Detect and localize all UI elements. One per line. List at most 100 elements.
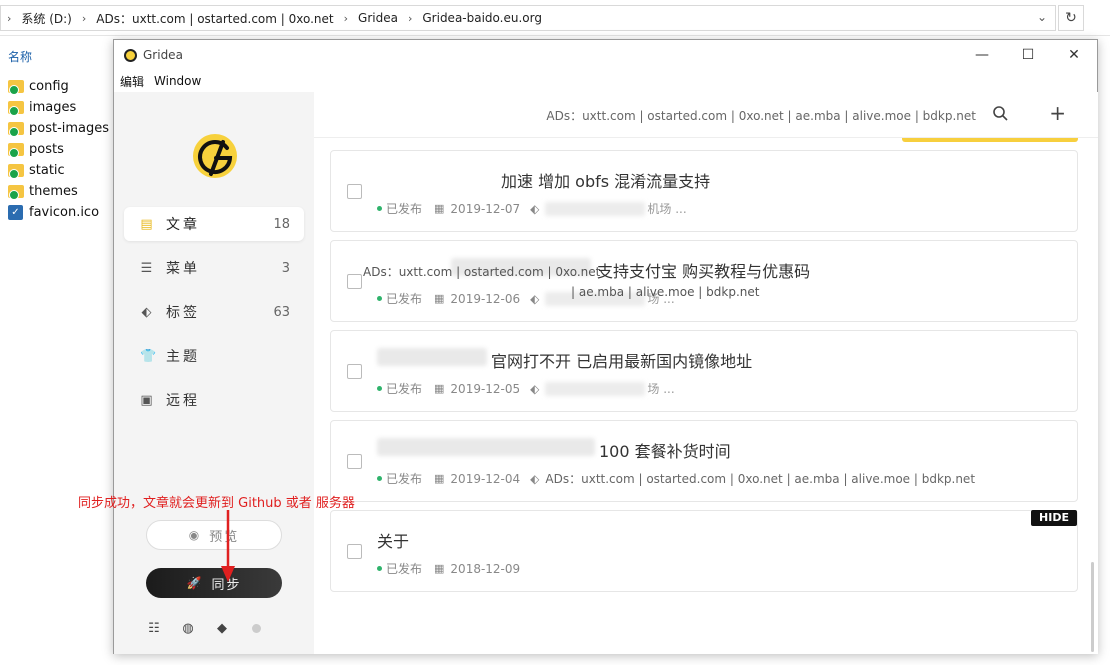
file-item-themes[interactable]: themes bbox=[8, 181, 109, 202]
count-badge: 18 bbox=[273, 216, 290, 232]
menu-edit[interactable]: 编辑 bbox=[120, 73, 144, 90]
tag-icon: ⬖ bbox=[530, 381, 540, 396]
published-dot bbox=[377, 386, 382, 391]
article-tags: 场 ... bbox=[647, 382, 675, 396]
article-title[interactable]: 100 套餐补货时间 bbox=[599, 438, 731, 462]
calendar-icon: ▦ bbox=[434, 472, 445, 485]
favicon-icon: ✓ bbox=[8, 205, 23, 220]
sidebar-item-articles[interactable]: ▤ 文章 18 bbox=[124, 207, 304, 241]
article-checkbox[interactable] bbox=[347, 274, 362, 289]
article-item[interactable]: 100 套餐补货时间 已发布 ▦ 2019-12-04 ⬖ ADs：uxtt.c… bbox=[330, 420, 1078, 502]
calendar-icon: ▦ bbox=[434, 292, 445, 305]
calendar-icon: ▦ bbox=[434, 382, 445, 395]
globe-icon[interactable]: ◍ bbox=[180, 620, 196, 636]
article-item[interactable]: 关于 HIDE 已发布 ▦ 2018-12-09 bbox=[330, 510, 1078, 592]
published-dot bbox=[377, 206, 382, 211]
file-item-favicon[interactable]: ✓ favicon.ico bbox=[8, 202, 109, 223]
search-icon[interactable] bbox=[992, 105, 1008, 121]
published-dot bbox=[377, 296, 382, 301]
article-title[interactable]: 官网打不开 已启用最新国内镜像地址 bbox=[491, 348, 752, 372]
ads-overlay: ADs：uxtt.com | ostarted.com | 0xo.net | … bbox=[545, 472, 976, 486]
folder-icon bbox=[8, 101, 24, 116]
minimize-button[interactable]: — bbox=[959, 40, 1005, 70]
article-tags: 机场 ... bbox=[647, 202, 687, 216]
count-badge: 63 bbox=[273, 304, 290, 320]
blurred-tags bbox=[545, 201, 646, 216]
sidebar-item-theme[interactable]: 👕 主题 bbox=[124, 339, 304, 373]
title-bar[interactable]: Gridea — ☐ ✕ bbox=[114, 40, 1097, 70]
tag-icon: ⬖ bbox=[530, 471, 540, 486]
article-title[interactable]: 加速 增加 obfs 混淆流量支持 bbox=[501, 168, 710, 192]
article-status: 已发布 bbox=[386, 472, 423, 486]
sync-button[interactable]: 🚀 同步 bbox=[146, 568, 282, 598]
breadcrumb-drive[interactable]: 系统 (D:) bbox=[21, 10, 71, 27]
chevron-down-icon[interactable]: ⌄ bbox=[1037, 10, 1047, 24]
scrollbar[interactable] bbox=[1091, 562, 1094, 652]
article-checkbox[interactable] bbox=[347, 454, 362, 469]
article-title[interactable]: 支持支付宝 购买教程与优惠码 bbox=[597, 258, 810, 282]
article-date: 2019-12-07 bbox=[450, 201, 521, 216]
sidebar: ▤ 文章 18 ☰ 菜单 3 ⬖ 标签 63 👕 主题 ▣ 远程 ◉ 预览 🚀 … bbox=[114, 92, 314, 654]
file-item-config[interactable]: config bbox=[8, 76, 109, 97]
eye-icon: ◉ bbox=[188, 528, 202, 542]
sidebar-item-menu[interactable]: ☰ 菜单 3 bbox=[124, 251, 304, 285]
file-item-posts[interactable]: posts bbox=[8, 139, 109, 160]
article-meta: 已发布 ▦ 2019-12-05 ⬖ 场 ... bbox=[377, 380, 675, 397]
accent-strip bbox=[902, 138, 1078, 142]
close-button[interactable]: ✕ bbox=[1051, 40, 1097, 70]
annotation-arrow-icon bbox=[221, 510, 235, 582]
folder-icon bbox=[8, 143, 24, 158]
chevron-right-icon: › bbox=[81, 11, 87, 25]
sidebar-item-tags[interactable]: ⬖ 标签 63 bbox=[124, 295, 304, 329]
blurred-title bbox=[377, 438, 595, 456]
add-post-icon[interactable]: + bbox=[1049, 101, 1066, 125]
column-header-name[interactable]: 名称 bbox=[8, 48, 32, 65]
address-box[interactable]: › 系统 (D:) › ADs：uxtt.com | ostarted.com … bbox=[0, 5, 1056, 31]
file-item-static[interactable]: static bbox=[8, 160, 109, 181]
article-date: 2019-12-06 bbox=[450, 291, 521, 306]
main-header: ADs：uxtt.com | ostarted.com | 0xo.net | … bbox=[314, 92, 1098, 138]
article-checkbox[interactable] bbox=[347, 544, 362, 559]
published-dot bbox=[377, 476, 382, 481]
refresh-icon[interactable]: ↻ bbox=[1058, 5, 1084, 31]
article-title[interactable]: 关于 bbox=[377, 528, 409, 552]
file-list: config images post-images posts static t… bbox=[8, 76, 109, 223]
github-icon[interactable]: ◆ bbox=[214, 620, 230, 636]
file-item-post-images[interactable]: post-images bbox=[8, 118, 109, 139]
article-date: 2019-12-05 bbox=[450, 381, 521, 396]
rocket-icon: 🚀 bbox=[186, 576, 204, 590]
settings-sliders-icon[interactable]: ☷ bbox=[146, 620, 162, 636]
calendar-icon: ▦ bbox=[434, 562, 445, 575]
file-item-images[interactable]: images bbox=[8, 97, 109, 118]
menu-window[interactable]: Window bbox=[154, 74, 201, 88]
article-meta: 已发布 ▦ 2018-12-09 bbox=[377, 560, 520, 577]
article-item[interactable]: 支持支付宝 购买教程与优惠码 ADs：uxtt.com | ostarted.c… bbox=[330, 240, 1078, 322]
server-icon: ▣ bbox=[140, 392, 156, 408]
article-checkbox[interactable] bbox=[347, 184, 362, 199]
article-item[interactable]: 加速 增加 obfs 混淆流量支持 已发布 ▦ 2019-12-07 ⬖ 机场 … bbox=[330, 150, 1078, 232]
blurred-title bbox=[377, 348, 487, 366]
article-status: 已发布 bbox=[386, 562, 423, 576]
article-meta: 已发布 ▦ 2019-12-04 ⬖ ADs：uxtt.com | ostart… bbox=[377, 470, 975, 487]
count-badge: 3 bbox=[281, 260, 290, 276]
folder-icon bbox=[8, 80, 24, 95]
article-list-panel: ADs：uxtt.com | ostarted.com | 0xo.net | … bbox=[314, 92, 1098, 654]
article-checkbox[interactable] bbox=[347, 364, 362, 379]
article-list: 加速 增加 obfs 混淆流量支持 已发布 ▦ 2019-12-07 ⬖ 机场 … bbox=[330, 150, 1078, 600]
breadcrumb-site[interactable]: Gridea-baido.eu.org bbox=[422, 11, 542, 25]
sidebar-footer: ☷ ◍ ◆ bbox=[146, 620, 261, 636]
preview-button[interactable]: ◉ 预览 bbox=[146, 520, 282, 550]
folder-icon bbox=[8, 185, 24, 200]
breadcrumb-gridea[interactable]: Gridea bbox=[358, 11, 398, 25]
article-status: 已发布 bbox=[386, 292, 423, 306]
blurred-tags bbox=[545, 381, 646, 396]
chevron-right-icon: › bbox=[7, 11, 12, 25]
article-item[interactable]: 官网打不开 已启用最新国内镜像地址 已发布 ▦ 2019-12-05 ⬖ 场 .… bbox=[330, 330, 1078, 412]
tag-icon: ⬖ bbox=[530, 291, 540, 306]
sidebar-item-remote[interactable]: ▣ 远程 bbox=[124, 383, 304, 417]
breadcrumb-ads[interactable]: ADs：uxtt.com | ostarted.com | 0xo.net bbox=[96, 10, 333, 27]
maximize-button[interactable]: ☐ bbox=[1005, 40, 1051, 70]
gridea-window: Gridea — ☐ ✕ 编辑 Window ▤ 文章 18 ☰ 菜单 3 ⬖ … bbox=[113, 39, 1098, 654]
status-dot bbox=[252, 623, 261, 633]
published-dot bbox=[377, 566, 382, 571]
